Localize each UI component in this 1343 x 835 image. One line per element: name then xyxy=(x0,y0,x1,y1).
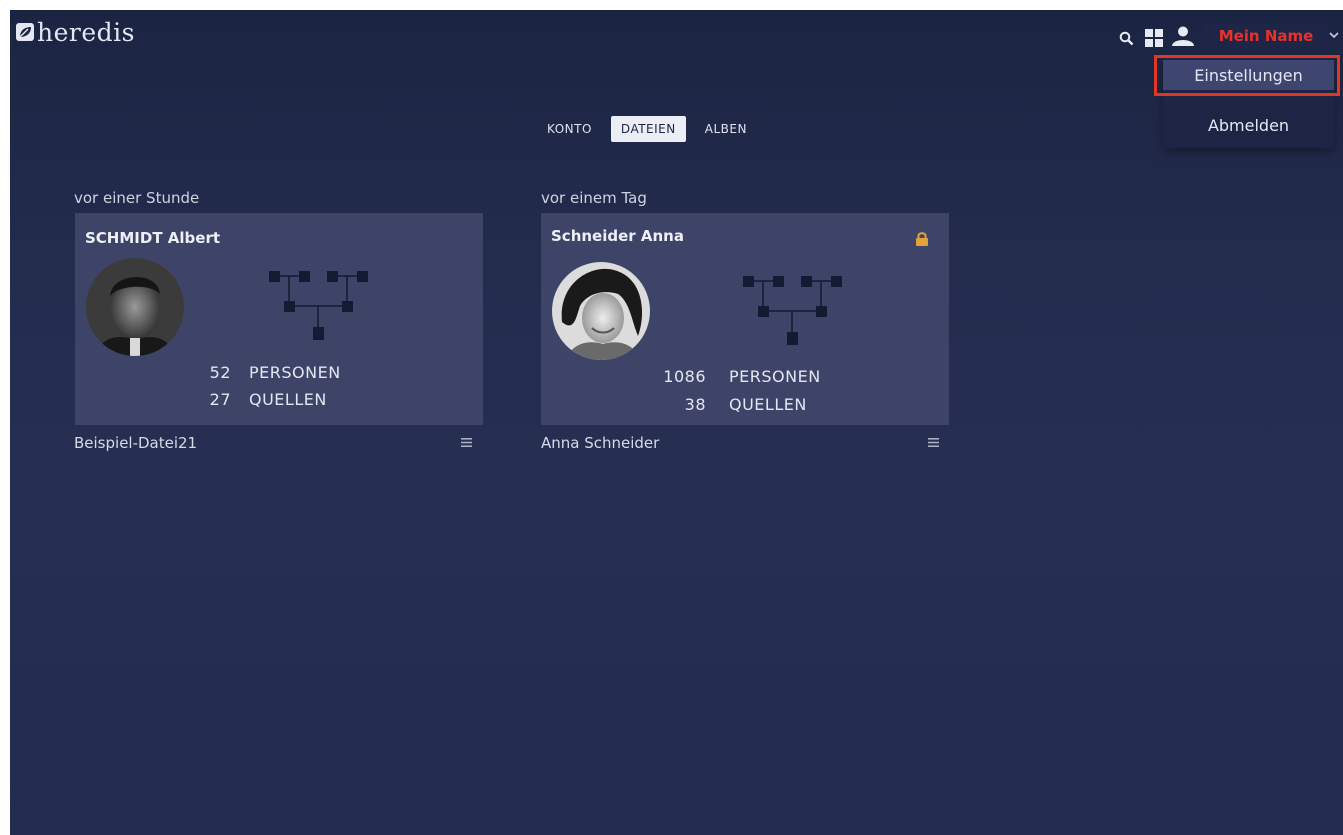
file-menu-icon[interactable] xyxy=(928,438,939,447)
lock-icon xyxy=(916,232,928,246)
file-name[interactable]: Anna Schneider xyxy=(541,434,659,452)
tab-konto[interactable]: KONTO xyxy=(537,116,602,142)
persons-label: PERSONEN xyxy=(729,367,821,386)
logo-text: heredis xyxy=(37,17,135,47)
person-photo xyxy=(552,262,650,360)
tab-dateien[interactable]: DATEIEN xyxy=(610,116,686,142)
family-tree-icon xyxy=(743,276,842,345)
sources-count: 27 xyxy=(209,390,231,409)
root-person-name: Schneider Anna xyxy=(551,227,684,245)
root-person-name: SCHMIDT Albert xyxy=(85,229,221,247)
file-menu-icon[interactable] xyxy=(461,438,472,447)
file-card[interactable]: SCHMIDT Albert 52 PERSONEN 27 QUELLEN xyxy=(75,213,483,425)
app-window: heredis Mein Name Einstellungen Abmelden… xyxy=(10,10,1343,835)
persons-count: 52 xyxy=(209,363,231,382)
file-name[interactable]: Beispiel-Datei21 xyxy=(74,434,197,452)
persons-count: 1086 xyxy=(663,367,706,386)
highlight-frame xyxy=(1154,55,1340,96)
menu-item-logout[interactable]: Abmelden xyxy=(1163,112,1334,138)
main-tabs: KONTO DATEIEN ALBEN xyxy=(537,116,766,142)
user-icon[interactable] xyxy=(1172,26,1194,46)
sources-label: QUELLEN xyxy=(729,395,807,414)
search-icon[interactable] xyxy=(1119,31,1134,46)
leaf-logo-icon xyxy=(16,23,34,41)
persons-label: PERSONEN xyxy=(249,363,341,382)
person-photo xyxy=(86,258,184,356)
chevron-down-icon[interactable] xyxy=(1329,30,1339,40)
user-name-button[interactable]: Mein Name xyxy=(1203,24,1329,48)
sources-count: 38 xyxy=(684,395,706,414)
file-card[interactable]: Schneider Anna 1086 PERSONEN 38 QUELLEN xyxy=(541,213,949,425)
family-tree-icon xyxy=(269,271,368,340)
heredis-logo[interactable]: heredis xyxy=(16,15,135,49)
last-opened-label: vor einem Tag xyxy=(541,189,647,207)
sources-label: QUELLEN xyxy=(249,390,327,409)
last-opened-label: vor einer Stunde xyxy=(74,189,200,207)
grid-apps-icon[interactable] xyxy=(1145,29,1163,47)
tab-alben[interactable]: ALBEN xyxy=(695,116,757,142)
